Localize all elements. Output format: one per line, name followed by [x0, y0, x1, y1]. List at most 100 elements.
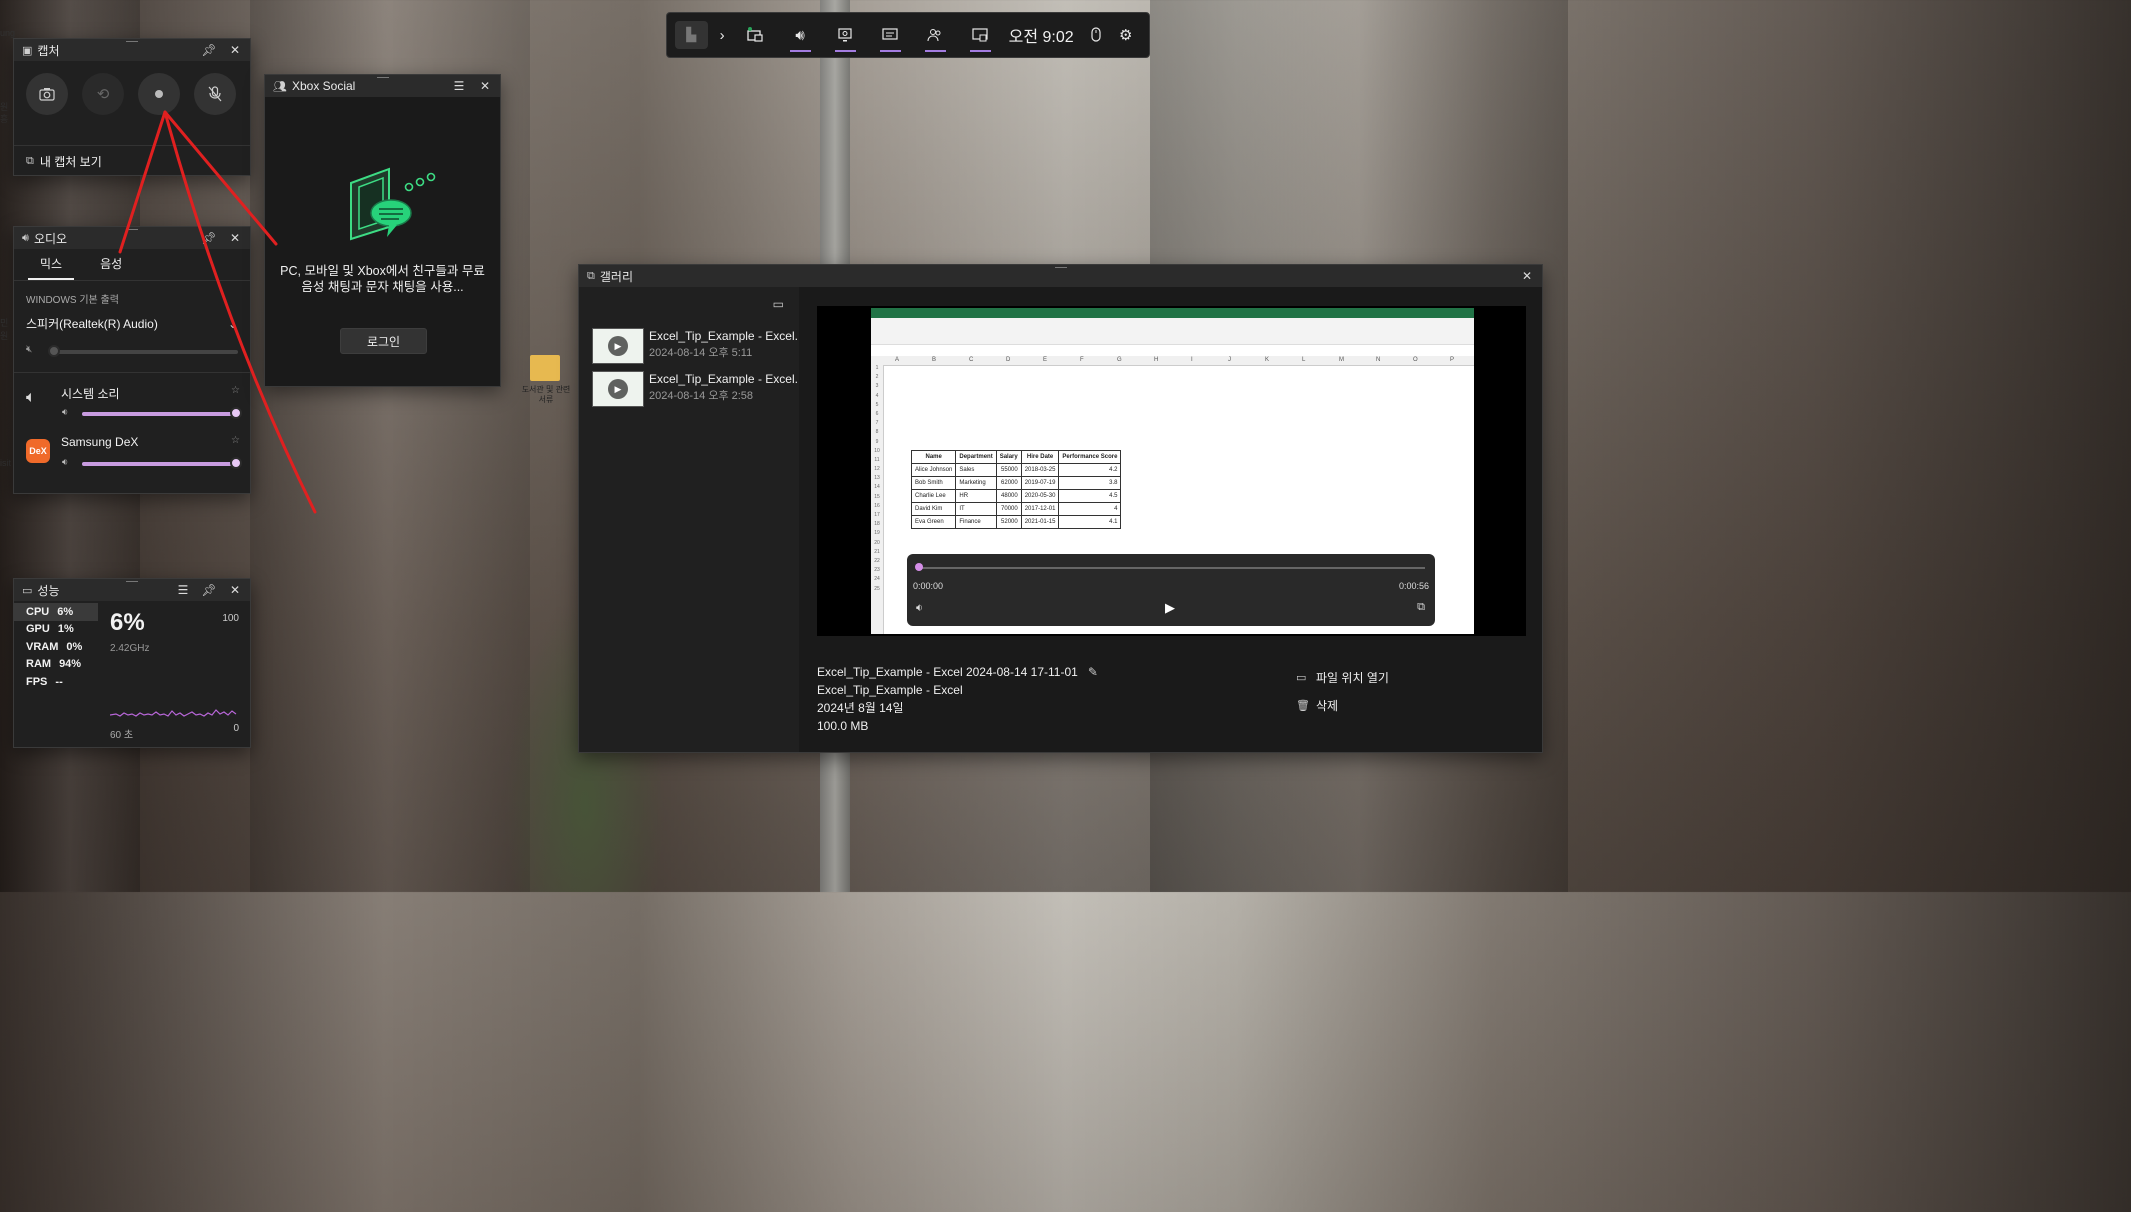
- app-volume-slider[interactable]: [82, 457, 242, 469]
- row-header: 25: [874, 585, 880, 592]
- options-icon[interactable]: ☰: [452, 79, 466, 93]
- capture-widget-icon[interactable]: [733, 12, 778, 58]
- settings-icon[interactable]: ⚙: [1110, 12, 1141, 58]
- table-cell: 4.2: [1058, 463, 1122, 477]
- column-header: A: [895, 357, 900, 363]
- performance-icon[interactable]: [823, 12, 868, 58]
- screenshot-button[interactable]: [26, 73, 68, 115]
- chevron-down-icon: ⌄: [227, 316, 238, 331]
- edit-pencil-icon[interactable]: ✎: [1088, 665, 1098, 679]
- master-volume-slider[interactable]: [48, 345, 238, 357]
- seek-bar[interactable]: [915, 563, 1425, 571]
- column-headers: A B C D E F G H I J K L M N O P: [871, 356, 1474, 366]
- audio-icon[interactable]: 🔊︎: [778, 12, 823, 58]
- app-volume-slider[interactable]: [82, 407, 242, 419]
- fullscreen-icon[interactable]: ⧉: [1417, 601, 1425, 614]
- output-device-select[interactable]: 스피커(Realtek(R) Audio) ⌄: [26, 315, 238, 332]
- mouse-icon[interactable]: [1082, 12, 1111, 58]
- row-header: 4: [875, 392, 879, 399]
- close-icon[interactable]: ✕: [228, 231, 242, 245]
- row-header: 3: [875, 383, 879, 390]
- close-icon[interactable]: ✕: [228, 583, 242, 597]
- social-header[interactable]: 👥︎ Xbox Social ☰ ✕: [265, 75, 500, 97]
- cpu-big-value: 6%: [110, 609, 145, 636]
- trash-icon: 🗑︎: [1296, 699, 1310, 712]
- row-header: 1: [875, 365, 879, 371]
- options-icon[interactable]: ☰: [176, 583, 190, 597]
- row-header: 2: [875, 374, 879, 381]
- widget-home-icon[interactable]: ▙: [675, 21, 708, 49]
- volume-icon[interactable]: 🔉︎: [62, 457, 68, 468]
- favorite-star-icon[interactable]: ☆: [231, 385, 240, 396]
- table-cell: Alice Johnson: [910, 463, 957, 477]
- open-file-location-button[interactable]: ▭ 파일 위치 열기: [1296, 663, 1389, 691]
- graph-max-label: 100: [222, 613, 239, 624]
- close-icon[interactable]: ✕: [1520, 269, 1534, 283]
- resources-icon[interactable]: [868, 12, 913, 58]
- record-button[interactable]: [138, 73, 180, 115]
- desktop-edge-text-3: 흥: [0, 114, 9, 124]
- metric-cpu[interactable]: CPU 6%: [14, 603, 98, 621]
- delete-button[interactable]: 🗑︎ 삭제: [1296, 691, 1389, 719]
- table-row: Alice Johnson Sales 55000 2018-03-25 4.2: [910, 463, 1122, 477]
- close-icon[interactable]: ✕: [478, 79, 492, 93]
- gallery-title: 갤러리: [599, 269, 633, 284]
- table-cell: 4.5: [1058, 489, 1122, 503]
- performance-header[interactable]: ▭ 성능 ☰ 📌︎ ✕: [14, 579, 250, 601]
- column-header: D: [1006, 357, 1011, 363]
- pin-icon[interactable]: 📌︎: [201, 583, 216, 597]
- play-button[interactable]: ▶: [1165, 600, 1175, 616]
- cpu-usage-graph: [110, 709, 237, 717]
- audio-title: 오디오: [33, 231, 68, 246]
- record-last-button[interactable]: ⟲: [82, 73, 124, 115]
- metric-gpu[interactable]: GPU 1%: [14, 621, 98, 639]
- column-header: J: [1228, 357, 1231, 363]
- gallery-icon: ⧉: [587, 269, 595, 282]
- gallery-item[interactable]: ▶ Excel_Tip_Example - Excel... 2024-08-1…: [592, 328, 805, 364]
- speaker-icon: 🔊︎: [22, 231, 29, 244]
- metric-vram[interactable]: VRAM 0%: [14, 638, 98, 656]
- desktop-folder-icon[interactable]: [530, 355, 560, 381]
- xbox-social-icon[interactable]: [913, 12, 958, 58]
- video-player[interactable]: ABCDEFGHIJKLMNOP 1 2 3 4 5 6 7 8 9 10 11 12 13 14 15 16…: [817, 306, 1526, 636]
- chevron-right-icon[interactable]: ›: [712, 12, 733, 58]
- view-captures-link[interactable]: ⧉ 내 캡처 보기: [14, 145, 250, 176]
- close-icon[interactable]: ✕: [228, 43, 242, 57]
- desktop-edge-text-4: 민원: [0, 318, 9, 341]
- table-cell: 2020-05-30: [1020, 489, 1060, 503]
- graph-window-label: 60 초: [110, 730, 134, 741]
- pin-icon[interactable]: 📌︎: [201, 43, 216, 57]
- volume-icon[interactable]: 🔉︎: [62, 407, 68, 418]
- login-button[interactable]: 로그인: [340, 328, 427, 354]
- gallery-item[interactable]: ▶ Excel_Tip_Example - Excel... 2024-08-1…: [592, 371, 805, 407]
- mic-toggle-button[interactable]: [194, 73, 236, 115]
- tab-mix[interactable]: 믹스: [28, 255, 75, 280]
- gallery-header[interactable]: ⧉ 갤러리 ✕: [579, 265, 1542, 287]
- table-cell: HR: [955, 489, 997, 503]
- favorite-star-icon[interactable]: ☆: [231, 435, 240, 446]
- gallery-widget: ⧉ 갤러리 ✕ ▭ ▶ Excel_Tip_Example - Excel... …: [578, 264, 1543, 753]
- table-cell: 2017-12-01: [1020, 502, 1060, 516]
- capture-header[interactable]: ▣ 캡처 📌︎ ✕: [14, 39, 250, 61]
- table-cell: 2018-03-25: [1020, 463, 1060, 477]
- clock: 오전 9:02: [1008, 29, 1074, 46]
- output-label: WINDOWS 기본 출력: [26, 295, 119, 306]
- game-bar: ▙ › 🔊︎ 오전 9:02 ⚙: [666, 12, 1150, 58]
- table-cell: Bob Smith: [910, 476, 957, 490]
- muted-speaker-icon[interactable]: 🔇︎: [26, 344, 32, 355]
- pin-icon[interactable]: 📌︎: [201, 231, 216, 245]
- table-cell: 2019-07-19: [1020, 476, 1060, 490]
- column-header: G: [1117, 357, 1122, 363]
- audio-header[interactable]: 🔊︎ 오디오 📌︎ ✕: [14, 227, 250, 249]
- gallery-icon[interactable]: [958, 12, 1003, 58]
- volume-icon[interactable]: 🔉︎: [916, 602, 923, 615]
- metric-fps[interactable]: FPS --: [14, 673, 98, 691]
- tab-voice[interactable]: 음성: [100, 255, 122, 280]
- metric-ram[interactable]: RAM 94%: [14, 656, 98, 674]
- folder-icon[interactable]: ▭: [773, 297, 784, 311]
- desktop-folder-label[interactable]: 도서관 및 관련서류: [520, 385, 572, 405]
- row-headers: 1 2 3 4 5 6 7 8 9 10 11 12 13 14 15 16 17 18 19 20 21 22 23 24 2…: [871, 365, 884, 634]
- play-icon: ▶: [608, 379, 628, 399]
- table-row: Bob Smith Marketing 62000 2019-07-19 3.8: [910, 476, 1122, 490]
- seek-knob[interactable]: [915, 563, 923, 571]
